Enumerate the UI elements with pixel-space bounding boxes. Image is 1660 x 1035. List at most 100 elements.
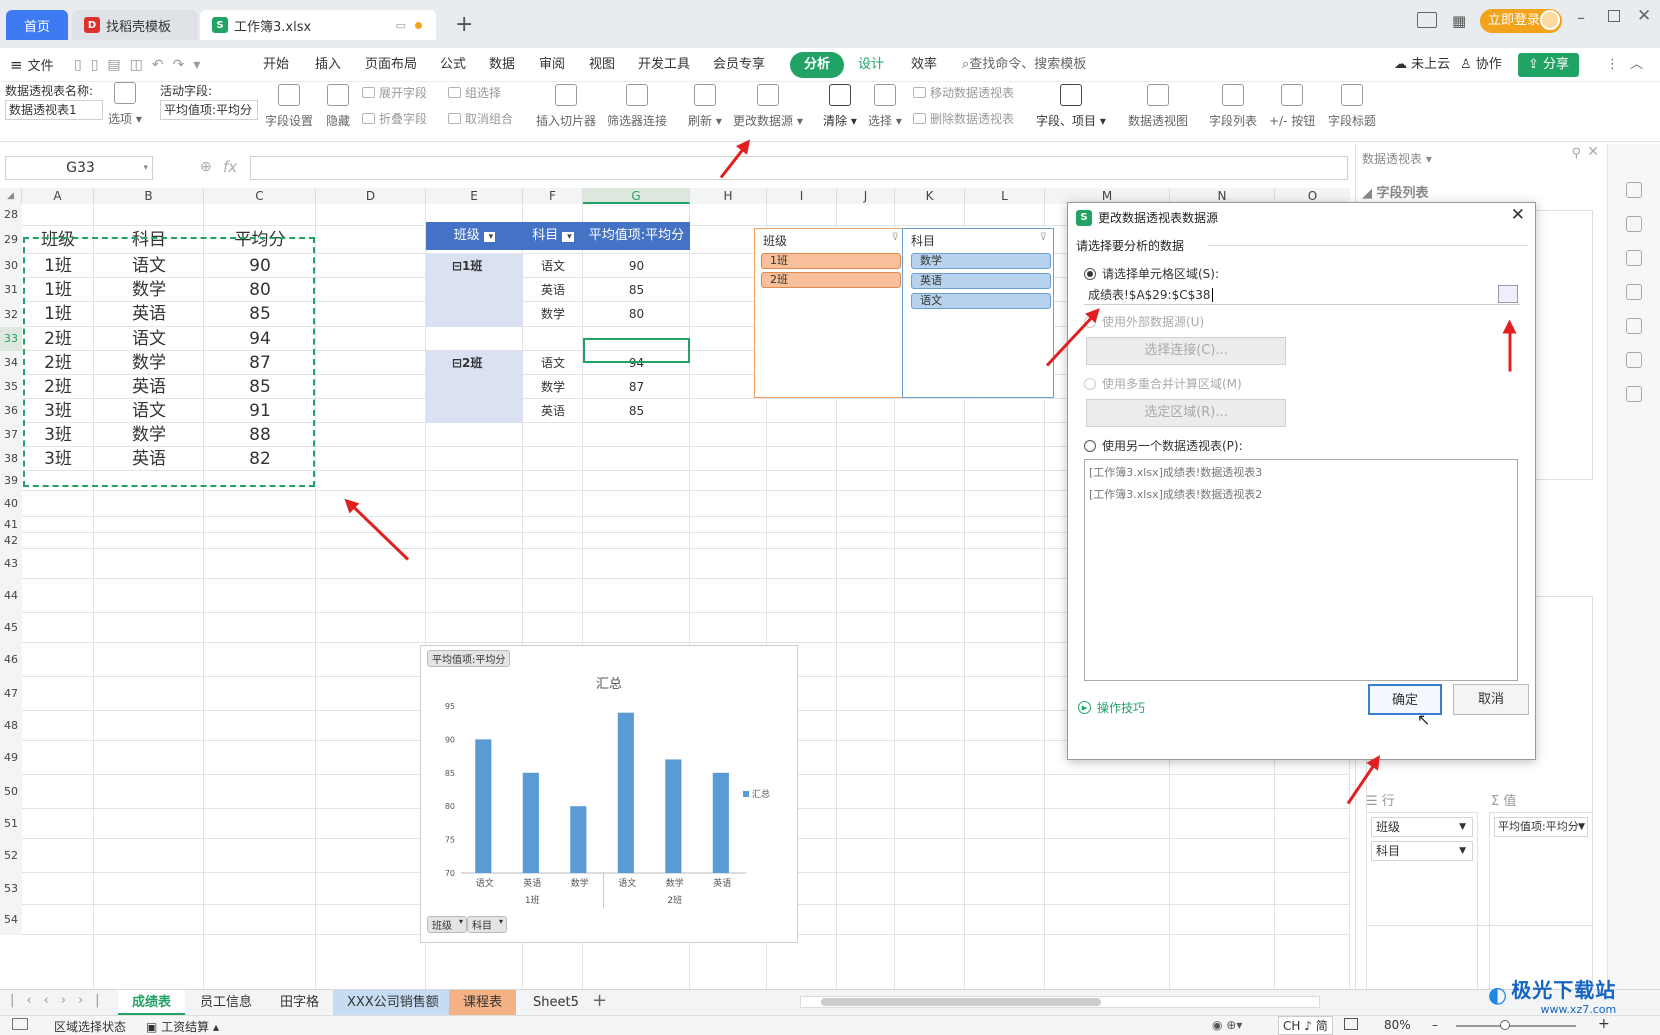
pointer-icon[interactable] (1626, 216, 1642, 232)
horizontal-scrollbar[interactable] (800, 996, 1320, 1008)
col-header-c[interactable]: C (204, 188, 316, 204)
pivot-value-cell[interactable]: 90 (583, 254, 690, 278)
row-header[interactable]: 30 (0, 254, 22, 278)
values-field-chip[interactable]: 平均值项:平均分 ▼ (1494, 817, 1588, 837)
location-icon[interactable] (1626, 352, 1642, 368)
row-header[interactable]: 47 (0, 677, 22, 711)
maximize-icon[interactable] (1608, 10, 1620, 22)
menu-review[interactable]: 审阅 (539, 48, 565, 82)
col-header-i[interactable]: I (767, 188, 837, 204)
menu-start[interactable]: 开始 (263, 48, 289, 82)
rows-field-chip[interactable]: 班级 ▼ (1371, 817, 1473, 837)
row-header[interactable]: 48 (0, 711, 22, 741)
row-header[interactable]: 41 (0, 517, 22, 533)
rows-field-chip[interactable]: 科目 ▼ (1371, 841, 1473, 861)
menu-formula[interactable]: 公式 (440, 48, 466, 82)
tab-workbook[interactable]: S 工作簿3.xlsx ▭ (200, 10, 436, 40)
pivot-subject-cell[interactable]: 英语 (523, 278, 583, 302)
collapse-ribbon-icon[interactable]: ︿ (1630, 48, 1643, 82)
pivot-chart[interactable]: 平均值项:平均分 汇总 95 90 85 80 75 70 语文 英语 数学 语文 数学 英语 1班 2班汇… (420, 645, 798, 943)
filter-connection-button[interactable]: 筛选器连接 (607, 84, 667, 129)
tab-home[interactable]: 首页 (6, 10, 68, 40)
monitor-icon[interactable]: ▭ (396, 19, 406, 32)
cursor-icon[interactable] (1626, 182, 1642, 198)
col-header-g[interactable]: G (583, 188, 690, 204)
row-header[interactable]: 29 (0, 226, 22, 254)
move-pivot-button[interactable]: 移动数据透视表 (913, 84, 1014, 101)
sheet-tab[interactable]: Sheet5 (519, 990, 593, 1015)
pivot-value-cell[interactable]: 85 (583, 399, 690, 423)
pivot-header-cell[interactable]: 班级 ▾ (426, 222, 523, 250)
filter-dropdown-icon[interactable]: ▾ (483, 232, 496, 242)
change-source-button[interactable]: 更改数据源 ▾ (733, 84, 803, 129)
slicer-subject[interactable]: 科目 ⊽ 数学 英语 语文 (902, 228, 1054, 398)
row-header[interactable]: 36 (0, 399, 22, 423)
scrollbar-thumb[interactable] (821, 998, 1101, 1006)
row-header[interactable]: 38 (0, 447, 22, 471)
file-menu[interactable]: ≡ 文件 (10, 48, 54, 82)
chart-class-field-button[interactable]: 班级 ▾ (427, 916, 467, 933)
slicer-item[interactable]: 1班 (761, 253, 901, 269)
col-header-a[interactable]: A (22, 188, 94, 204)
shape-icon[interactable] (1626, 318, 1642, 334)
slicer-class[interactable]: 班级 ⊽ 1班 2班 (754, 228, 906, 398)
field-list-button[interactable]: 字段列表 (1209, 84, 1257, 129)
cloud-status[interactable]: ☁ 未上云 (1394, 48, 1450, 82)
pivot-subject-cell[interactable]: 语文 (523, 351, 583, 375)
row-header[interactable]: 44 (0, 579, 22, 613)
sheet-tab[interactable]: 员工信息 (186, 990, 266, 1015)
close-window-icon[interactable]: ✕ (1637, 6, 1651, 26)
row-header[interactable]: 53 (0, 873, 22, 905)
slicer-item[interactable]: 数学 (911, 253, 1051, 269)
insert-slicer-button[interactable]: 插入切片器 (536, 84, 596, 129)
pivot-subject-cell[interactable]: 数学 (523, 302, 583, 327)
menu-analyze[interactable]: 分析 (790, 52, 845, 78)
quick-access-toolbar[interactable]: ▯▯▤◫↶↷▾ (74, 48, 209, 82)
cancel-button[interactable]: 取消 (1453, 684, 1529, 715)
group-selection-button[interactable]: 组选择 (448, 84, 501, 101)
plus-minus-button[interactable]: +/- 按钮 (1269, 84, 1315, 129)
delete-pivot-button[interactable]: 删除数据透视表 (913, 110, 1014, 127)
active-cell[interactable] (583, 338, 690, 363)
menu-developer[interactable]: 开发工具 (638, 48, 690, 82)
screen-icon[interactable] (12, 1018, 28, 1030)
pivot-value-cell[interactable]: 85 (583, 278, 690, 302)
menu-design[interactable]: 设计 (858, 48, 884, 82)
field-headers-button[interactable]: 字段标题 (1328, 84, 1376, 129)
zoom-level[interactable]: 80% (1384, 1018, 1411, 1032)
add-sheet-icon[interactable]: + (592, 990, 607, 1011)
col-header-f[interactable]: F (523, 188, 583, 204)
radio-range[interactable]: 请选择单元格区域(S): (1084, 265, 1219, 282)
panel-title[interactable]: 数据透视表 ▾ (1362, 150, 1432, 167)
collaborate-button[interactable]: ♙ 协作 (1460, 48, 1502, 82)
clear-button[interactable]: 清除 ▾ (823, 84, 857, 129)
refresh-button[interactable]: 刷新 ▾ (688, 84, 722, 129)
range-input[interactable]: 成绩表!$A$29:$C$38 (1084, 285, 1520, 305)
pivot-name-input[interactable]: 数据透视表1 (5, 100, 103, 120)
field-settings-button[interactable]: 字段设置 (265, 84, 313, 129)
dialog-close-icon[interactable]: ✕ (1511, 205, 1525, 225)
menu-insert[interactable]: 插入 (315, 48, 341, 82)
col-header-d[interactable]: D (316, 188, 426, 204)
clear-filter-icon[interactable]: ⊽ (892, 232, 899, 243)
pivot-subject-cell[interactable]: 英语 (523, 399, 583, 423)
row-header[interactable]: 45 (0, 613, 22, 643)
row-header[interactable]: 28 (0, 204, 22, 226)
slicer-item[interactable]: 2班 (761, 272, 901, 288)
menu-efficiency[interactable]: 效率 (911, 48, 937, 82)
pivot-header-cell[interactable]: 平均值项:平均分 (583, 222, 690, 250)
select-all-corner[interactable]: ◢ (0, 188, 22, 204)
menu-page-layout[interactable]: 页面布局 (365, 48, 417, 82)
col-header-k[interactable]: K (895, 188, 965, 204)
zoom-formula-icon[interactable]: ⊕ (200, 159, 212, 175)
row-header[interactable]: 32 (0, 302, 22, 327)
pivot-chart-button[interactable]: 数据透视图 (1128, 84, 1188, 129)
function-icon[interactable]: fx (223, 158, 237, 176)
view-icon[interactable]: ◉ ⊕▾ (1212, 1018, 1242, 1032)
sheet-nav-icon[interactable]: |‹‹››| (10, 993, 112, 1008)
zoom-slider[interactable] (1456, 1025, 1576, 1027)
minimize-icon[interactable]: – (1577, 8, 1585, 27)
row-header[interactable]: 49 (0, 741, 22, 775)
zoom-in-icon[interactable]: + (1598, 1016, 1610, 1032)
command-search[interactable]: ⌕查找命令、搜索模板 (962, 48, 1086, 82)
